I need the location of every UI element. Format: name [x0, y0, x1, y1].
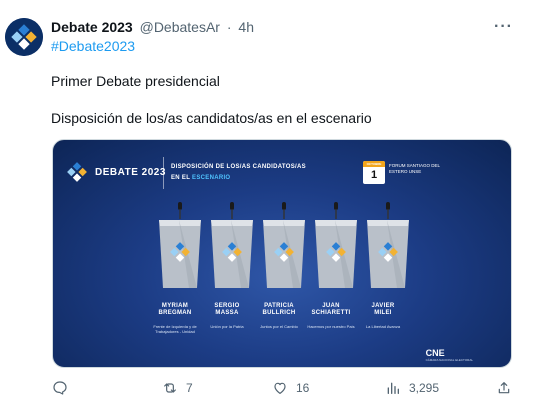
handle[interactable]: @DebatesAr	[140, 19, 220, 35]
podium-4	[313, 200, 359, 290]
candidate-party: Hacemos por nuestro País	[307, 324, 355, 329]
candidate-party: Frente de Izquierda y de Trabajadores - …	[153, 324, 197, 334]
retweet-icon	[164, 383, 176, 393]
debate-logo-icon	[67, 162, 87, 182]
podium-3	[261, 200, 307, 290]
podium-icon	[315, 202, 357, 288]
views-count: 3,295	[409, 381, 440, 395]
candidate-last-name: BULLRICH	[262, 310, 296, 316]
more-options-icon[interactable]: ···	[494, 18, 513, 36]
views-icon	[387, 382, 399, 394]
candidate-3: PATRICIA BULLRICH Juntos por el Cambio	[251, 303, 307, 329]
candidate-party: La Libertad Avanza	[365, 324, 401, 329]
calendar-icon: OCTUBRE 1	[363, 161, 385, 184]
tweet-media-image[interactable]: DEBATE 2023 DISPOSICIÓN DE LOS/AS CANDID…	[52, 139, 512, 368]
podiums	[153, 200, 413, 290]
calendar-day: 1	[370, 169, 378, 181]
heart-icon	[274, 382, 286, 394]
venue-text: FORUM SANTIAGO DEL ESTERO UNSE	[389, 163, 440, 174]
podium-icon	[367, 202, 409, 288]
cne-logo-subtext: CÁMARA NACIONAL ELECTORAL	[425, 358, 473, 362]
media-subtitle-line-2: EN EL ESCENARIO	[171, 175, 230, 181]
candidate-4: JUAN SCHIARETTI Hacemos por nuestro País	[303, 303, 359, 329]
cne-logo-text: CNE	[425, 348, 445, 358]
media-subtitle-line-1: DISPOSICIÓN DE LOS/AS CANDIDATOS/AS	[171, 164, 306, 170]
podium-icon	[263, 202, 305, 288]
share-icon	[498, 382, 510, 394]
candidate-first-name: MYRIAM	[161, 303, 189, 309]
candidate-names: MYRIAM BREGMAN Frente de Izquierda y de …	[147, 303, 427, 363]
media-subtitle-highlight: ESCENARIO	[192, 175, 231, 181]
retweet-button[interactable]: 7	[162, 378, 193, 398]
separator: ·	[226, 19, 232, 35]
views-button[interactable]: 3,295	[385, 378, 439, 398]
candidate-last-name: BREGMAN	[158, 310, 192, 316]
candidate-last-name: MILEI	[374, 310, 392, 316]
tweet-text-line-1: Primer Debate presidencial	[51, 73, 220, 89]
podium-2	[209, 200, 255, 290]
avatar[interactable]	[5, 18, 43, 56]
candidate-1: MYRIAM BREGMAN Frente de Izquierda y de …	[147, 303, 203, 334]
candidate-last-name: MASSA	[215, 310, 239, 316]
media-subtitle-prefix: EN EL	[171, 175, 191, 181]
display-name[interactable]: Debate 2023	[51, 19, 133, 35]
candidate-first-name: JUAN	[322, 303, 340, 309]
tweet[interactable]: Debate 2023 @DebatesAr · 4h ··· #Debate2…	[0, 0, 535, 414]
like-button[interactable]: 16	[272, 378, 309, 398]
like-count: 16	[296, 381, 310, 395]
cne-logo: CNE CÁMARA NACIONAL ELECTORAL	[426, 348, 473, 362]
podium-icon	[159, 202, 201, 288]
retweet-count: 7	[186, 381, 193, 395]
candidate-first-name: JAVIER	[371, 303, 395, 309]
reply-icon	[53, 381, 67, 395]
timestamp[interactable]: 4h	[238, 19, 254, 35]
candidate-party: Unión por la Patria	[210, 324, 244, 329]
tweet-header: Debate 2023 @DebatesAr · 4h	[51, 19, 495, 37]
candidate-2: SERGIO MASSA Unión por la Patria	[199, 303, 255, 329]
tweet-text-line-2: Disposición de los/as candidatos/as en e…	[51, 110, 372, 126]
media-title: DEBATE 2023	[95, 167, 166, 178]
tweet-actions: 7 16 3,295	[52, 378, 512, 398]
candidate-first-name: PATRICIA	[264, 303, 294, 309]
share-button[interactable]	[496, 378, 520, 398]
candidate-last-name: SCHIARETTI	[311, 310, 351, 316]
media-divider	[163, 157, 164, 189]
podium-1	[157, 200, 203, 290]
candidate-party: Juntos por el Cambio	[260, 324, 298, 329]
hashtag-link[interactable]: #Debate2023	[51, 38, 135, 54]
candidate-5: JAVIER MILEI La Libertad Avanza	[355, 303, 411, 329]
candidate-first-name: SERGIO	[214, 303, 240, 309]
reply-button[interactable]	[52, 378, 76, 398]
podium-5	[365, 200, 411, 290]
podium-icon	[211, 202, 253, 288]
